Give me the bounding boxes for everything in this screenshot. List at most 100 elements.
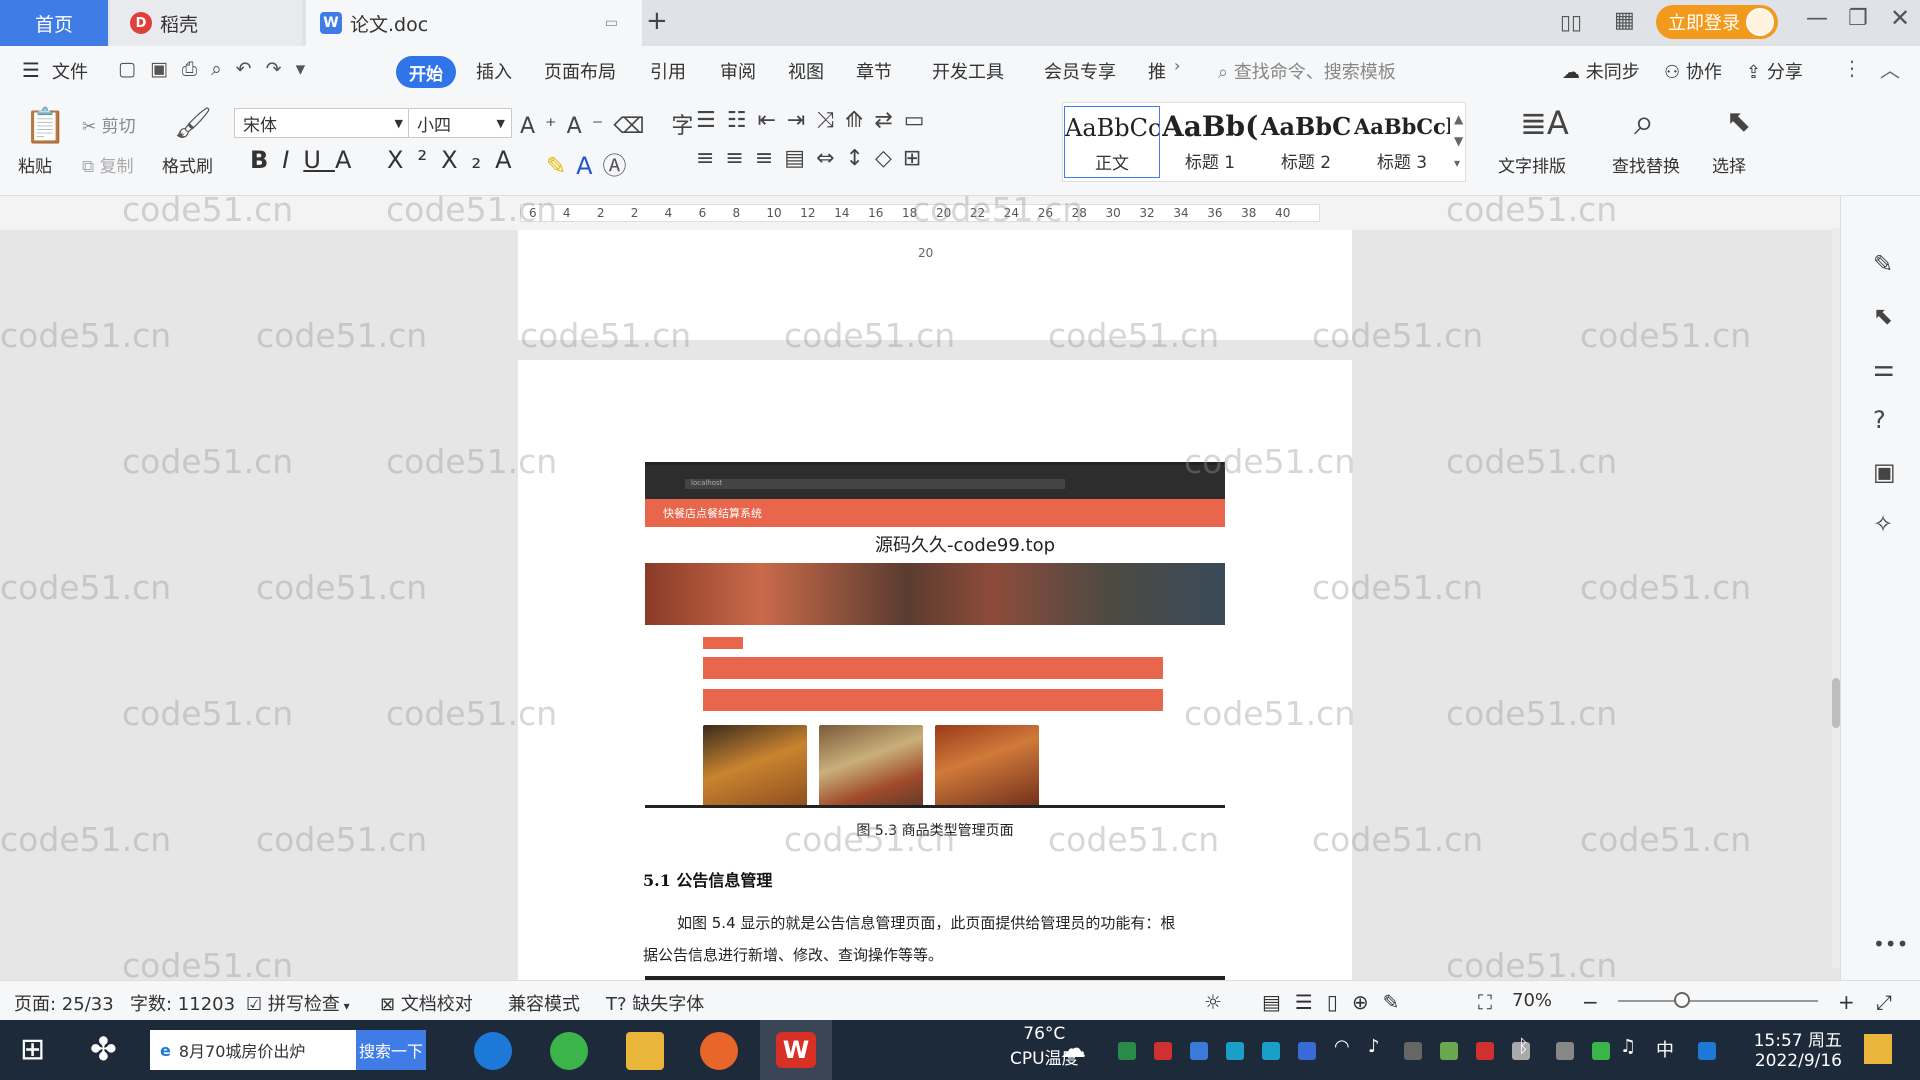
spellcheck-button[interactable]: ☑ 拼写检查 ▾ [246, 990, 350, 1016]
magnifier-icon[interactable]: ⌕ [1634, 102, 1654, 144]
help-icon[interactable]: ? [1873, 406, 1886, 434]
tray-icon[interactable] [1592, 1042, 1610, 1060]
close-icon[interactable]: ✕ [1890, 4, 1910, 32]
qq-icon[interactable] [1698, 1042, 1716, 1060]
word-count[interactable]: 字数: 11203 [130, 990, 235, 1016]
copy-button[interactable]: ⧉ 复制 [82, 152, 134, 177]
menu-insert[interactable]: 插入 [476, 58, 512, 84]
tray-icon[interactable] [1190, 1042, 1208, 1060]
brush-icon[interactable]: 🖌 [174, 106, 212, 141]
cursor-select-icon[interactable]: ⬉ [1726, 104, 1751, 139]
grid-icon[interactable]: ▦ [1614, 8, 1635, 33]
zoom-slider[interactable] [1618, 1000, 1818, 1002]
styles-scroll-icon[interactable]: ▲ ▼ ▾ [1454, 108, 1463, 174]
chevron-right-icon[interactable]: › [1174, 56, 1180, 75]
find-replace-button[interactable]: 查找替换 [1612, 152, 1680, 177]
tray-icon[interactable] [1404, 1042, 1422, 1060]
eye-protect-icon[interactable]: ☼ [1204, 990, 1222, 1014]
zoom-level[interactable]: 70% [1512, 990, 1552, 1011]
notification-icon[interactable] [1864, 1034, 1892, 1064]
bell-icon[interactable]: ♪ [1368, 1036, 1380, 1057]
tab-daoke[interactable]: D 稻壳 [110, 0, 302, 46]
sliders-icon[interactable]: ⚌ [1873, 354, 1895, 382]
menu-view[interactable]: 视图 [788, 58, 824, 84]
vertical-scrollbar[interactable] [1832, 228, 1840, 968]
windows-start-icon[interactable]: ⊞ [20, 1032, 45, 1067]
style-heading-1[interactable]: AaBb(标题 1 [1162, 106, 1258, 178]
ie-browser-icon[interactable] [474, 1032, 512, 1070]
style-normal[interactable]: AaBbCcI 正文 [1064, 106, 1160, 178]
clock[interactable]: 15:57 周五 2022/9/16 [1742, 1026, 1842, 1071]
taskbar-search-input[interactable]: e 8月70城房价出炉 [150, 1030, 356, 1070]
select-button[interactable]: 选择 [1712, 152, 1746, 177]
file-explorer-icon[interactable] [626, 1032, 664, 1070]
tray-icon[interactable] [1154, 1042, 1172, 1060]
missing-font-button[interactable]: T? 缺失字体 [606, 990, 704, 1016]
paste-button[interactable]: 粘贴 [18, 152, 52, 177]
app-icon[interactable] [700, 1032, 738, 1070]
scroll-thumb[interactable] [1832, 678, 1840, 728]
browser-360-icon[interactable] [550, 1032, 588, 1070]
tray-icon[interactable] [1476, 1042, 1494, 1060]
font-size-select[interactable]: 小四 ▼ [408, 108, 512, 138]
image-edit-icon[interactable]: ▣ [1873, 458, 1896, 486]
tray-icon[interactable] [1262, 1042, 1280, 1060]
restore-icon[interactable]: ❐ [1848, 6, 1868, 31]
text-layout-button[interactable]: 文字排版 [1498, 152, 1566, 177]
cursor-icon[interactable]: ⬉ [1873, 302, 1893, 330]
page-current[interactable]: localhost 快餐店点餐结算系统 源码久久-code99.top 图 5.… [518, 360, 1352, 1000]
tray-icon[interactable] [1118, 1042, 1136, 1060]
menu-references[interactable]: 引用 [650, 58, 686, 84]
fullscreen-icon[interactable]: ⤢ [1876, 990, 1892, 1014]
zoom-out-icon[interactable]: − [1582, 990, 1599, 1014]
fit-page-icon[interactable]: ⛶ [1478, 990, 1492, 1014]
menu-review[interactable]: 审阅 [720, 58, 756, 84]
new-tab-button[interactable]: + [646, 6, 668, 36]
sync-button[interactable]: ☁ 未同步 [1562, 58, 1640, 84]
menu-chapter[interactable]: 章节 [856, 58, 892, 84]
style-heading-3[interactable]: AaBbCcl 标题 3 [1354, 106, 1450, 178]
compat-mode[interactable]: 兼容模式 [508, 990, 580, 1016]
quick-access-icons[interactable]: ▢▣⎙⌕↶↷▾ [118, 58, 319, 80]
menu-page-layout[interactable]: 页面布局 [544, 58, 616, 84]
text-layout-icon[interactable]: ≣A [1520, 104, 1569, 142]
pen-icon[interactable]: ✎ [1873, 250, 1893, 278]
shield-icon[interactable] [1298, 1042, 1316, 1060]
zoom-in-icon[interactable]: + [1838, 990, 1855, 1014]
minimize-icon[interactable]: — [1806, 6, 1828, 31]
ruler-strip[interactable]: 6 4 2 2 4 6 8 10 12 14 16 18 20 22 24 26 28 30 32 34 36 38 40 [520, 204, 1320, 222]
font-size-tools[interactable]: A⁺A⁻⌫ 字 [520, 108, 703, 140]
assistant-icon[interactable]: ✤ [90, 1030, 117, 1068]
compass-icon[interactable]: ✧ [1873, 510, 1893, 538]
ime-indicator[interactable]: 中 [1656, 1036, 1674, 1062]
menu-more[interactable]: 推 [1148, 58, 1166, 84]
taskbar-search-button[interactable]: 搜索一下 [356, 1030, 426, 1070]
more-icon[interactable]: ⋮ [1842, 56, 1862, 80]
wps-taskbar-item[interactable]: W [760, 1020, 832, 1080]
collab-button[interactable]: ⚇ 协作 [1664, 58, 1722, 84]
share-button[interactable]: ⇪ 分享 [1746, 58, 1803, 84]
font-name-select[interactable]: 宋体 ▼ [234, 108, 410, 138]
bluetooth-icon[interactable]: ᛒ [1518, 1036, 1529, 1057]
usb-icon[interactable] [1556, 1042, 1574, 1060]
menu-dev-tools[interactable]: 开发工具 [932, 58, 1004, 84]
wifi-icon[interactable]: ◠ [1334, 1036, 1350, 1057]
menu-file[interactable]: 文件 [52, 58, 88, 84]
layout-icon[interactable]: ▯▯ [1560, 10, 1582, 34]
tab-monitor-icon[interactable]: ▭ [605, 15, 618, 31]
proofread-button[interactable]: ⊠ 文档校对 [380, 990, 473, 1016]
view-mode-icons[interactable]: ▤☰▯⊕✎ [1262, 990, 1413, 1014]
paste-icon[interactable]: 📋 [24, 106, 66, 146]
tab-home[interactable]: 首页 [0, 0, 108, 46]
menu-member[interactable]: 会员专享 [1044, 58, 1116, 84]
login-button[interactable]: 立即登录 [1656, 5, 1778, 39]
nvidia-icon[interactable] [1440, 1042, 1458, 1060]
font-style-tools[interactable]: BIUA X²X₂A [250, 146, 526, 174]
format-painter-button[interactable]: 格式刷 [162, 152, 213, 177]
more-dots-icon[interactable]: ••• [1873, 932, 1908, 956]
hamburger-icon[interactable]: ☰ [22, 58, 40, 82]
collapse-ribbon-icon[interactable]: ︿ [1880, 54, 1900, 83]
cut-button[interactable]: ✂ 剪切 [82, 112, 136, 137]
paragraph-tools-bottom[interactable]: ≡≡≡▤⇔↕◇⊞ [696, 146, 932, 171]
menu-search[interactable]: ⌕ 查找命令、搜索模板 [1218, 58, 1396, 84]
